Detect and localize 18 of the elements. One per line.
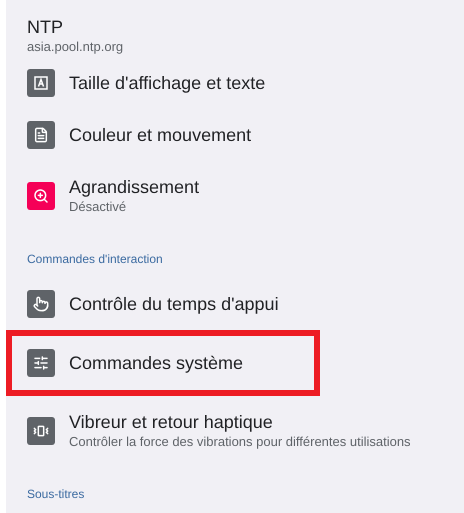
item-subtitle: Contrôler la force des vibrations pour différentes utilisations xyxy=(69,433,411,451)
item-title: Taille d'affichage et texte xyxy=(69,72,266,94)
item-subtitle: Désactivé xyxy=(69,198,128,216)
settings-item[interactable]: Agrandissement Désactivé xyxy=(6,161,464,231)
item-title: Agrandissement xyxy=(69,176,200,198)
highlight-frame[interactable]: Commandes système xyxy=(6,330,320,396)
section-header: Commandes d'interaction xyxy=(27,251,163,268)
settings-item[interactable]: Vibreur et retour haptique Contrôler la force des vibrations pour différentes utilisations xyxy=(6,396,464,466)
item-subtitle: asia.pool.ntp.org xyxy=(27,38,124,56)
section-header: Sous-titres xyxy=(27,486,84,503)
item-title: NTP xyxy=(27,16,64,38)
settings-item[interactable]: Couleur et mouvement xyxy=(6,109,464,161)
item-title: Couleur et mouvement xyxy=(69,124,252,146)
item-title: Contrôle du temps d'appui xyxy=(69,293,279,315)
settings-item[interactable]: Taille d'affichage et texte xyxy=(6,57,464,109)
settings-item[interactable]: Contrôle du temps d'appui xyxy=(6,278,464,330)
item-title: Commandes système xyxy=(69,352,244,374)
item-title: Vibreur et retour haptique xyxy=(69,411,274,433)
